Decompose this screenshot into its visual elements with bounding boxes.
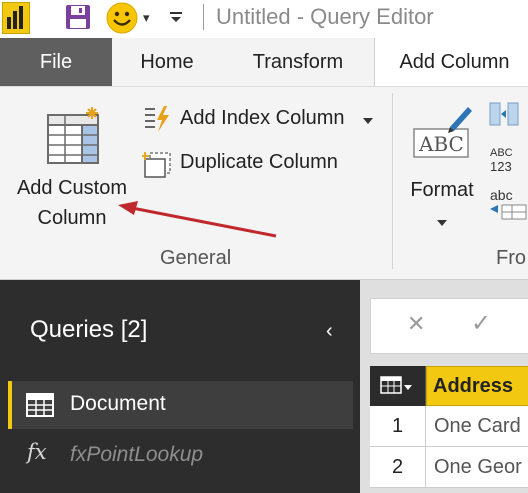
column-header-label: Address [433, 375, 514, 397]
add-custom-column-label-line1: Add Custom [16, 177, 128, 199]
format-text-icon: ABC [410, 103, 476, 163]
abc-small-label: ABC [490, 147, 513, 159]
num-123-label: 123 [490, 159, 512, 174]
query-item-document[interactable]: Document [8, 381, 353, 429]
power-bi-logo-icon [2, 2, 30, 34]
send-smile-icon[interactable] [106, 2, 138, 34]
add-index-column-label: Add Index Column [180, 107, 345, 129]
row-number[interactable]: 2 [370, 447, 426, 488]
window-title: Untitled - Query Editor [216, 4, 434, 29]
ribbon-group-divider [392, 93, 393, 269]
format-button[interactable]: ABC Format [400, 95, 484, 235]
tab-file[interactable]: File [0, 38, 112, 86]
tab-transform[interactable]: Transform [228, 38, 368, 86]
data-grid: Address 1 One Card 2 One Geor [370, 366, 528, 493]
ribbon-tabs: File Home Transform Add Column [0, 38, 528, 87]
merge-columns-icon[interactable] [488, 99, 528, 129]
chevron-down-icon[interactable] [362, 113, 374, 124]
formula-bar: ✕ ✓ [370, 298, 528, 354]
table-icon [26, 393, 54, 417]
queries-pane: Queries [2] ‹ Document fx fxPointLookup [0, 280, 360, 493]
query-item-fxpointlookup[interactable]: fxPointLookup [70, 443, 203, 467]
checkmark-icon[interactable]: ✓ [471, 309, 491, 338]
ribbon-group-label-general: General [160, 247, 232, 269]
tab-home[interactable]: Home [114, 38, 220, 86]
add-custom-column-label-line2: Column [37, 207, 107, 229]
title-separator [203, 4, 204, 30]
abc-lower-label: abc [490, 187, 513, 203]
custom-column-icon [46, 105, 108, 167]
index-column-icon [142, 105, 172, 133]
collapse-pane-icon[interactable]: ‹ [326, 320, 333, 343]
chevron-down-icon[interactable]: ▾ [143, 10, 150, 26]
table-cell[interactable]: One Card [426, 406, 528, 447]
duplicate-column-button[interactable]: Duplicate Column [140, 147, 380, 181]
data-preview-area: ✕ ✓ Address 1 One Card 2 One Geor [360, 280, 528, 493]
duplicate-column-label: Duplicate Column [180, 151, 338, 173]
title-bar: ▾ Untitled - Query Editor [0, 0, 528, 36]
customize-toolbar-icon[interactable] [168, 6, 184, 26]
column-header-address[interactable]: Address [426, 366, 528, 406]
queries-pane-title: Queries [2] [30, 316, 148, 343]
row-number[interactable]: 1 [370, 406, 426, 447]
add-custom-column-button[interactable]: Add Custom Column [10, 93, 134, 233]
data-type-icon[interactable]: ABC 123 [490, 147, 528, 181]
chevron-down-icon[interactable] [436, 215, 448, 226]
tab-add-column[interactable]: Add Column [374, 38, 528, 87]
extract-icon[interactable]: abc [490, 187, 528, 223]
duplicate-column-icon [141, 151, 174, 179]
format-label: Format [410, 179, 474, 201]
add-index-column-button[interactable]: Add Index Column [140, 103, 380, 137]
grid-corner-table-icon[interactable] [370, 366, 426, 406]
format-icon-text: ABC [418, 132, 464, 156]
cancel-icon[interactable]: ✕ [407, 311, 425, 337]
query-item-label: Document [70, 392, 166, 415]
ribbon: Add Custom Column Add Index Column Dupli… [0, 86, 528, 280]
table-cell[interactable]: One Geor [426, 447, 528, 488]
fx-icon: fx [27, 440, 47, 464]
save-icon[interactable] [64, 3, 92, 31]
ribbon-group-label-from: Fro [496, 247, 526, 269]
